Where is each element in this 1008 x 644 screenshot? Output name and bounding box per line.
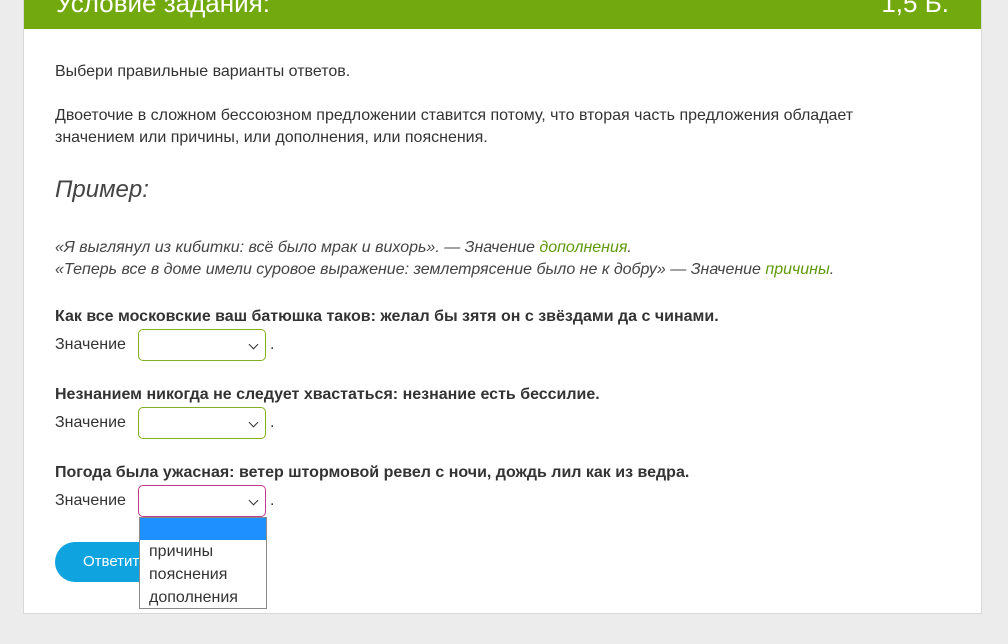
question-3-dropdown-list: причины пояснения дополнения [139, 517, 267, 609]
example-line-2: «Теперь все в доме имели суровое выражен… [55, 259, 834, 281]
question-2-label: Значение [55, 414, 126, 431]
example-2-text: «Теперь все в доме имели суровое выражен… [55, 261, 766, 278]
task-title: Условие задания: [56, 0, 270, 18]
question-1-select[interactable] [138, 329, 266, 361]
question-2-sentence: Незнанием никогда не следует хвастаться:… [55, 386, 600, 403]
question-2-select[interactable] [138, 407, 266, 439]
example-2-end: . [829, 261, 835, 278]
example-heading: Пример: [55, 176, 149, 203]
dropdown-option-empty[interactable] [140, 518, 266, 540]
example-2-value: причины [765, 261, 830, 278]
question-3-label: Значение [55, 492, 126, 509]
question-3-suffix: . [270, 492, 275, 509]
example-line-1: «Я выглянул из кибитки: всё было мрак и … [55, 237, 632, 259]
rule-text: Двоеточие в сложном бессоюзном предложен… [55, 107, 854, 146]
question-2-suffix: . [270, 414, 275, 431]
chevron-down-icon [248, 417, 259, 428]
instruction-text: Выбери правильные варианты ответов. [55, 63, 351, 80]
question-3-select[interactable] [138, 485, 266, 517]
dropdown-option-prichiny[interactable]: причины [140, 540, 266, 563]
question-1-suffix: . [270, 336, 275, 353]
task-header: Условие задания: 1,5 Б. [24, 0, 981, 29]
example-1-end: . [627, 239, 632, 256]
dropdown-option-poyasneniya[interactable]: пояснения [140, 563, 266, 586]
question-3-sentence: Погода была ужасная: ветер штормовой рев… [55, 464, 690, 481]
chevron-down-icon [248, 339, 259, 350]
question-1-sentence: Как все московские ваш батюшка таков: же… [55, 308, 719, 325]
chevron-down-icon [248, 495, 259, 506]
example-1-text: «Я выглянул из кибитки: всё было мрак и … [55, 239, 540, 256]
task-points: 1,5 Б. [881, 0, 949, 18]
question-1-label: Значение [55, 336, 126, 353]
example-1-value: дополнения [539, 239, 628, 256]
dropdown-option-dopolneniya[interactable]: дополнения [140, 586, 266, 609]
